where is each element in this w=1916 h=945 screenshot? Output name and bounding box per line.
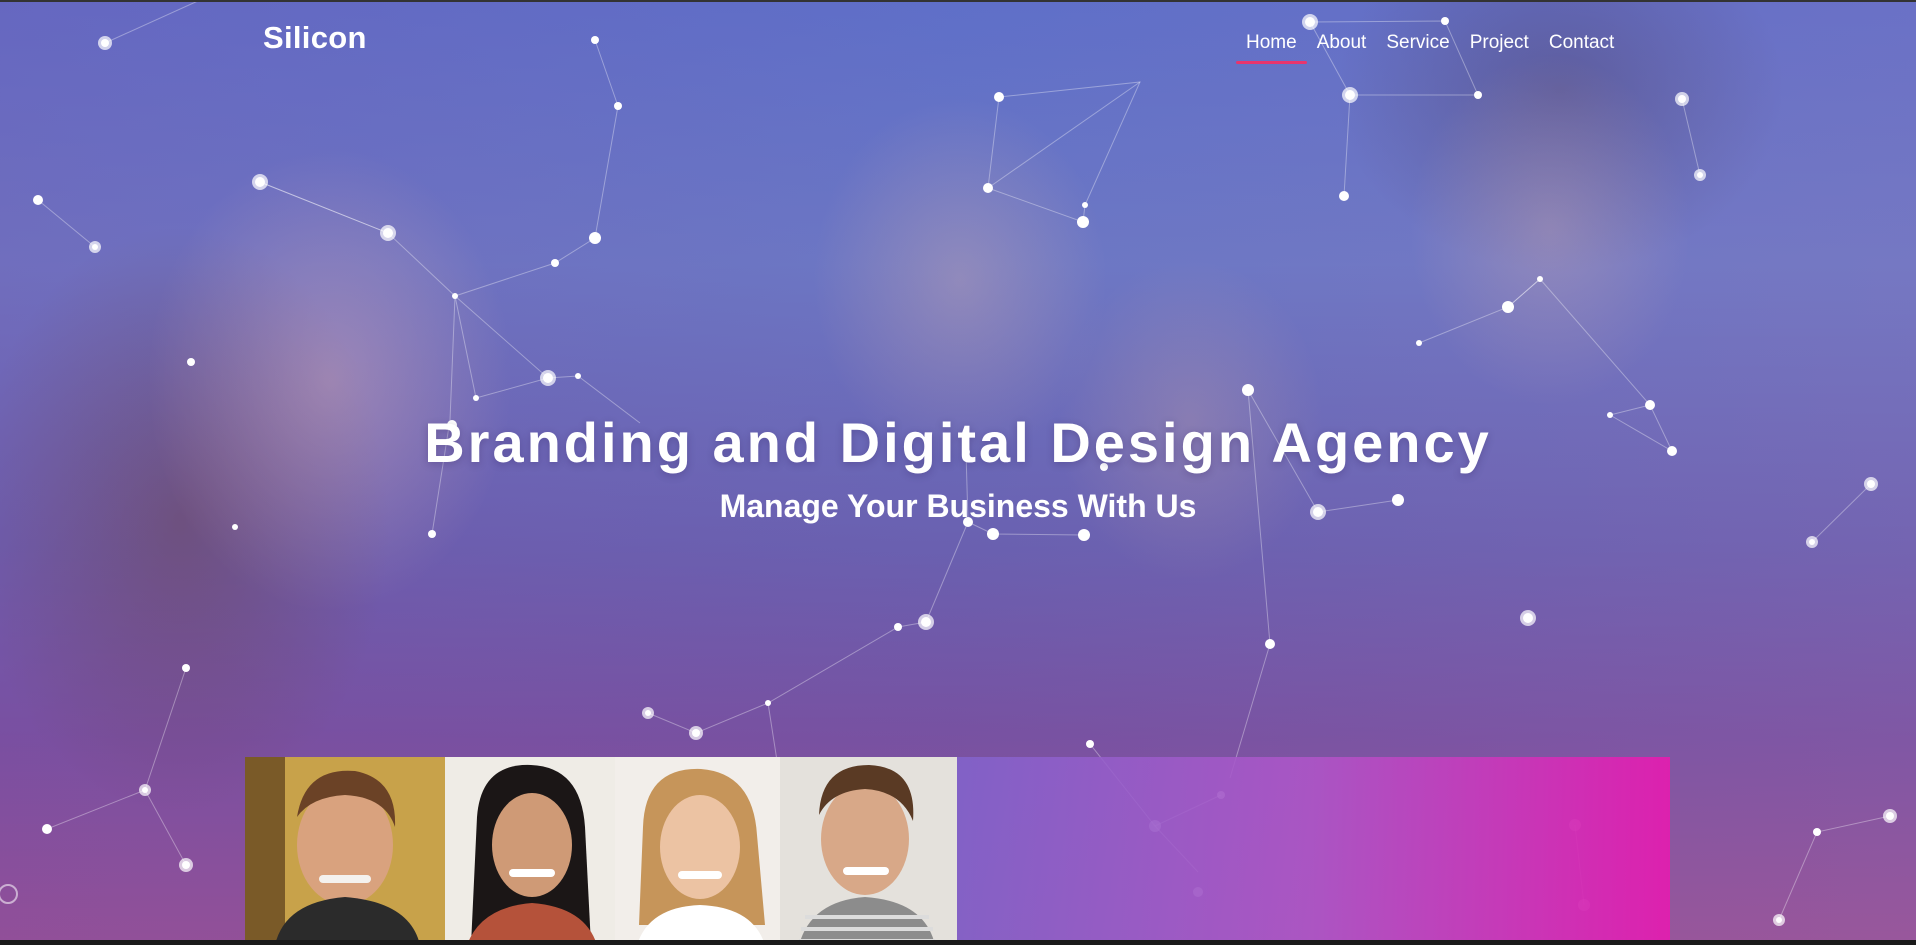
nav-item-about[interactable]: About: [1307, 32, 1377, 54]
nav-item-contact[interactable]: Contact: [1539, 32, 1624, 54]
hero-section: Silicon Home About Service Project Conta…: [0, 0, 1916, 945]
nav-item-service[interactable]: Service: [1376, 32, 1459, 54]
team-photo: [245, 757, 957, 945]
hero-title: Branding and Digital Design Agency: [424, 411, 1492, 474]
feature-panel: [957, 757, 1670, 945]
nav-item-project[interactable]: Project: [1460, 32, 1539, 54]
hero-subtitle: Manage Your Business With Us: [719, 488, 1197, 524]
window-bottom-edge: [0, 940, 1916, 945]
nav-item-home[interactable]: Home: [1236, 32, 1307, 64]
main-nav: Home About Service Project Contact: [1236, 32, 1624, 64]
site-logo[interactable]: Silicon: [263, 20, 367, 56]
window-top-edge: [0, 0, 1916, 2]
